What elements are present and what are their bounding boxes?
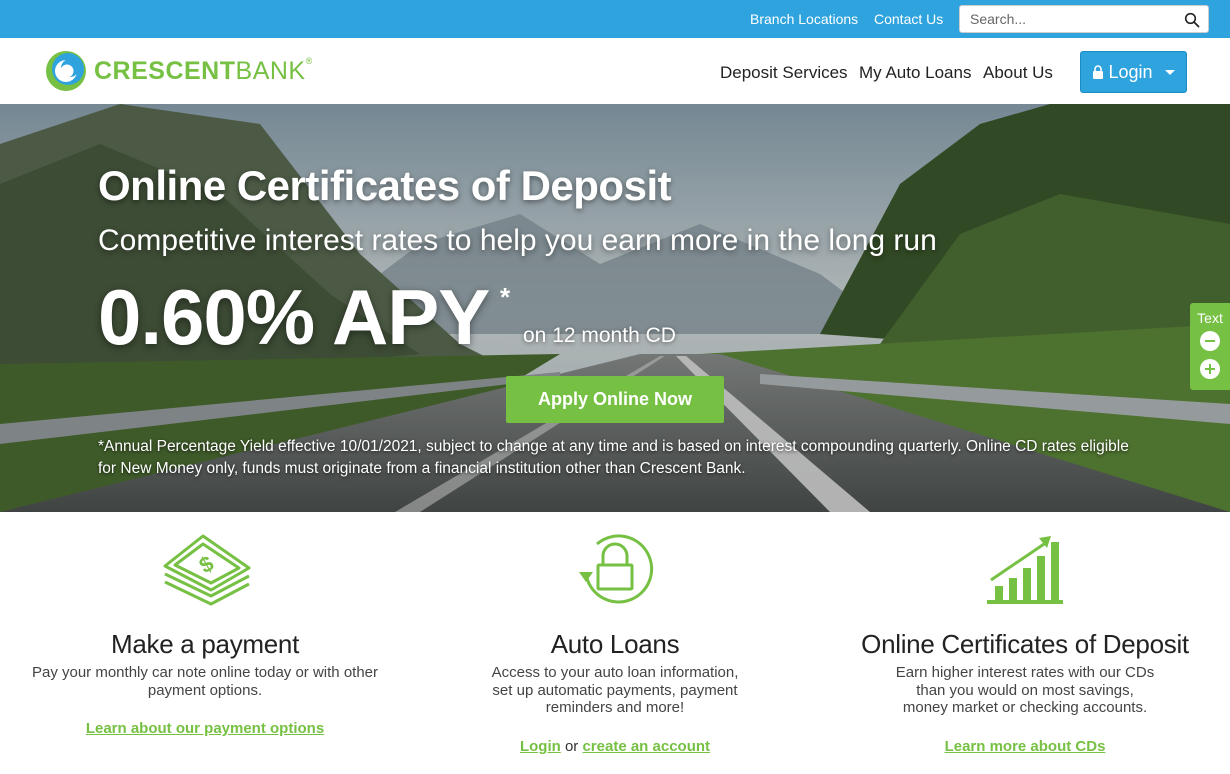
text-size-widget: Text [1190, 303, 1230, 390]
svg-text:$: $ [195, 551, 218, 579]
feature-description: Access to your auto loan information, se… [491, 664, 739, 716]
link-joiner: or [564, 738, 579, 755]
feature-make-payment: $ Make a payment Pay your monthly car no… [0, 512, 410, 774]
logo-wordmark-thin: BANK [235, 56, 306, 85]
text-size-label: Text [1197, 310, 1223, 326]
learn-cds-link[interactable]: Learn more about CDs [945, 738, 1106, 755]
search-box [959, 5, 1209, 33]
increase-text-icon[interactable] [1200, 359, 1220, 379]
feature-links: Login or create an account [410, 738, 820, 755]
logo-wordmark-bold: CRESCENT [94, 56, 236, 85]
feature-description: Pay your monthly car note online today o… [31, 664, 379, 699]
payment-options-link[interactable]: Learn about our payment options [86, 720, 324, 737]
feature-auto-loans: Auto Loans Access to your auto loan info… [410, 512, 820, 774]
main-navbar: CRESCENTBANK ® Deposit Services My Auto … [0, 38, 1230, 104]
hero-term: on 12 month CD [523, 324, 676, 347]
lock-refresh-icon [579, 534, 654, 604]
crescent-logo-icon [46, 51, 86, 91]
hero-disclaimer: *Annual Percentage Yield effective 10/01… [98, 438, 1129, 477]
hero-rate: 0.60% APY [98, 273, 490, 361]
nav-deposit-services[interactable]: Deposit Services [720, 63, 848, 83]
nav-about-us[interactable]: About Us [983, 63, 1053, 83]
hero-title: Online Certificates of Deposit [98, 162, 672, 209]
nav-my-auto-loans[interactable]: My Auto Loans [859, 63, 971, 83]
money-stack-icon: $ [163, 534, 251, 606]
create-account-link[interactable]: create an account [582, 738, 710, 755]
apply-online-button[interactable]: Apply Online Now [506, 376, 724, 423]
hero-banner: Online Certificates of Deposit Competiti… [0, 104, 1230, 512]
contact-us-link[interactable]: Contact Us [874, 11, 943, 27]
login-dropdown-button[interactable]: Login [1080, 51, 1187, 93]
lock-icon [1093, 65, 1104, 79]
utility-bar: Branch Locations Contact Us [0, 0, 1230, 38]
growth-chart-icon [987, 536, 1063, 604]
caret-down-icon [1164, 69, 1175, 75]
decrease-text-icon[interactable] [1200, 331, 1220, 351]
feature-title: Make a payment [110, 629, 299, 659]
feature-links: Learn more about CDs [820, 738, 1230, 755]
search-icon[interactable] [1184, 12, 1200, 28]
registered-mark: ® [305, 56, 313, 66]
feature-title: Auto Loans [550, 629, 680, 659]
search-input[interactable] [960, 6, 1170, 32]
auto-loans-login-link[interactable]: Login [520, 738, 561, 755]
logo-wordmark: CRESCENTBANK [94, 57, 306, 86]
feature-online-cds: Online Certificates of Deposit Earn high… [820, 512, 1230, 774]
crescent-bank-logo[interactable]: CRESCENTBANK ® [44, 49, 312, 93]
branch-locations-link[interactable]: Branch Locations [750, 11, 858, 27]
hero-rate-marker: * [500, 282, 511, 312]
feature-description: Earn higher interest rates with our CDs … [895, 664, 1155, 716]
feature-title: Online Certificates of Deposit [861, 629, 1189, 659]
login-label: Login [1108, 61, 1153, 82]
feature-links: Learn about our payment options [0, 720, 410, 737]
hero-subtitle: Competitive interest rates to help you e… [98, 224, 937, 257]
